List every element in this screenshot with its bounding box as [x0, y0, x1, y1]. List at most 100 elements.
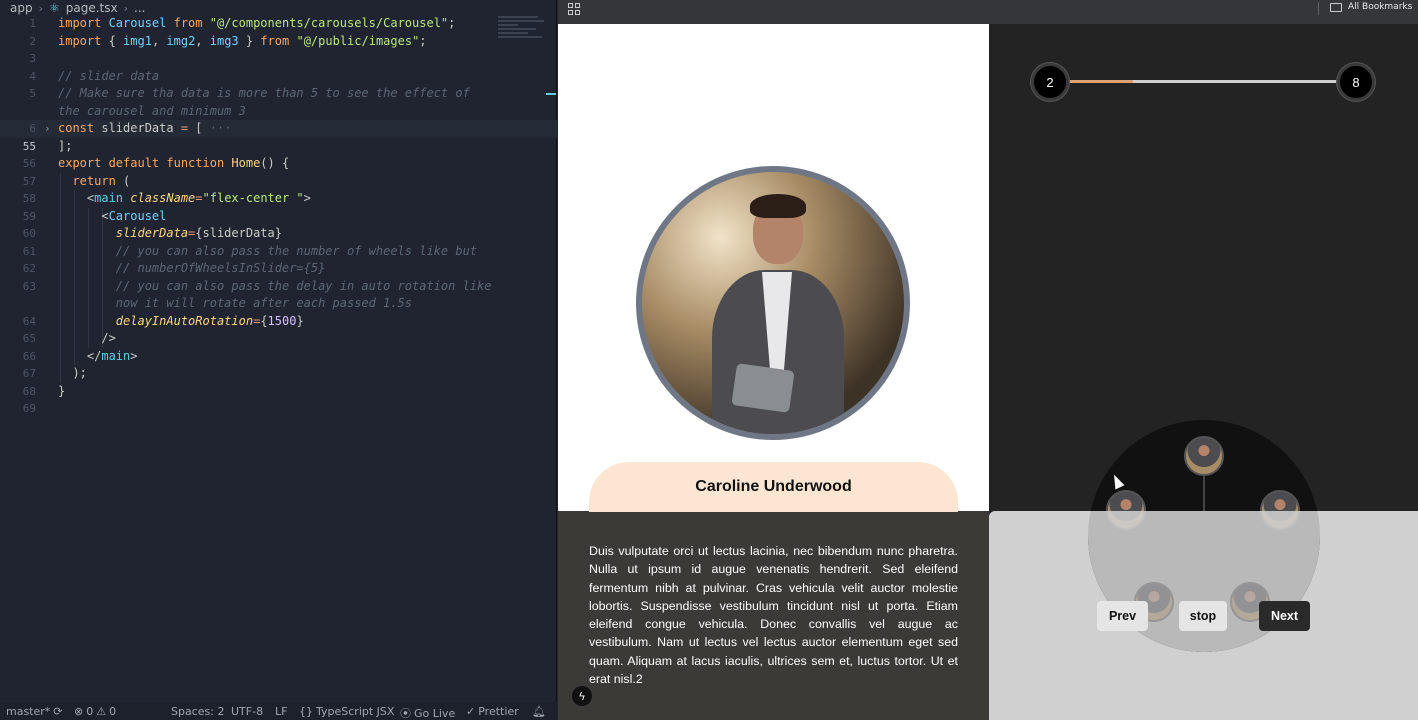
lightning-icon[interactable]: ϟ [572, 686, 592, 706]
code-token: // slider data [58, 68, 160, 83]
code-editor[interactable]: app › ⚛ page.tsx › ... 1 import Carousel … [0, 0, 557, 720]
indentation-setting[interactable]: Spaces: 2 [171, 705, 224, 718]
code-token: sliderData [115, 226, 189, 240]
code-token: < [58, 191, 95, 205]
breadcrumb: app › ⚛ page.tsx › ... [0, 0, 557, 16]
minimap[interactable] [498, 14, 546, 46]
code-line[interactable]: 55]; [0, 138, 557, 156]
chevron-right-icon: › [123, 1, 129, 15]
all-bookmarks-button[interactable]: All Bookmarks [1330, 2, 1412, 12]
code-text: export default function Home() { [58, 155, 289, 173]
eol-setting[interactable]: LF [275, 705, 287, 718]
code-line[interactable]: 61 // you can also pass the number of wh… [0, 242, 557, 260]
code-token: { [108, 33, 124, 48]
line-number: 63 [22, 279, 36, 293]
code-token: > [130, 348, 138, 363]
code-line[interactable]: 5 // Make sure tha data is more than 5 to… [0, 85, 557, 103]
git-branch[interactable]: master* ⟳ [6, 705, 63, 718]
apps-grid-icon[interactable] [568, 3, 580, 15]
prettier-button[interactable]: ✓ Prettier [466, 705, 519, 718]
code-text: the carousel and minimum 3 [58, 103, 246, 121]
wheel-thumbnail[interactable] [1184, 436, 1224, 476]
code-token: } [238, 33, 261, 48]
encoding-setting[interactable]: UTF-8 [231, 705, 263, 718]
line-number: 62 [22, 262, 36, 275]
line-number: 61 [22, 244, 36, 258]
code-line[interactable]: 65 /> [0, 330, 557, 348]
code-line[interactable]: 63 // you can also pass the delay in aut… [0, 277, 557, 296]
bookmarks-bar [558, 0, 1418, 24]
code-text: // you can also pass the delay in auto r… [58, 278, 492, 296]
branch-label: master* [6, 705, 51, 718]
code-token: ; [419, 33, 427, 48]
code-line[interactable]: 64 delayInAutoRotation={1500} [0, 312, 557, 330]
fold-chevron-icon[interactable]: › [44, 120, 51, 138]
code-token: < [58, 208, 109, 223]
code-line[interactable]: 66 </main> [0, 347, 557, 365]
next-button[interactable]: Next [1259, 601, 1310, 631]
code-token: } [58, 383, 66, 398]
line-number: 69 [22, 402, 36, 415]
profile-description: Duis vulputate orci ut lectus lacinia, n… [589, 544, 958, 687]
code-line[interactable]: 4 // slider data [0, 68, 557, 86]
code-line[interactable]: the carousel and minimum 3 [0, 103, 557, 121]
code-line[interactable]: 62 // numberOfWheelsInSlider={5} [0, 260, 557, 278]
line-number: 56 [22, 157, 36, 170]
warning-icon: ⚠ [96, 705, 107, 718]
progress-fill [1060, 80, 1133, 83]
stop-button[interactable]: stop [1179, 601, 1227, 631]
language-label: TypeScript JSX [316, 705, 395, 718]
code-line[interactable]: 67 ); [0, 365, 557, 383]
code-line[interactable]: 56 export default function Home() { [0, 155, 557, 173]
code-line[interactable]: 68} [0, 383, 557, 401]
prettier-label: Prettier [478, 705, 519, 718]
code-line[interactable]: 6 › const sliderData = [ ··· [0, 120, 557, 138]
wheel-spoke [1203, 470, 1205, 512]
bell-icon[interactable]: 🔔︎ [532, 705, 546, 718]
code-token: main [94, 191, 131, 205]
check-icon: ✓ [466, 705, 476, 718]
code-token: ); [58, 366, 87, 380]
prev-button[interactable]: Prev [1097, 601, 1148, 631]
code-line[interactable]: 57 return ( [0, 172, 557, 190]
code-line[interactable]: 58 <main className="flex-center "> [0, 190, 557, 208]
code-token: > [303, 191, 311, 205]
code-line[interactable]: now it will rotate after each passed 1.5… [0, 295, 557, 313]
code-token: // numberOfWheelsInSlider={5} [115, 261, 326, 275]
go-live-button[interactable]: ⦿ Go Live [400, 705, 455, 720]
line-number: 3 [29, 52, 36, 65]
code-token: img1 [123, 33, 152, 48]
line-number: 55 [22, 139, 36, 153]
code-token: Home [231, 156, 261, 170]
code-token: from [260, 33, 297, 48]
code-line[interactable]: 2 import { img1, img2, img3 } from "@/pub… [0, 33, 557, 51]
code-token: } [296, 313, 304, 328]
code-line[interactable]: 69 [0, 400, 557, 418]
code-token: const [58, 121, 102, 135]
code-line[interactable]: 59 <Carousel [0, 207, 557, 225]
code-area[interactable]: 1 import Carousel from "@/components/caro… [0, 15, 557, 418]
breadcrumb-more[interactable]: ... [134, 1, 145, 15]
code-token: the carousel and minimum 3 [58, 103, 246, 118]
breadcrumb-folder[interactable]: app [10, 1, 33, 15]
code-line[interactable]: 60 sliderData={sliderData} [0, 225, 557, 243]
problems-indicator[interactable]: ⊗ 0 ⚠ 0 [74, 705, 116, 718]
code-token: 1500 [267, 313, 297, 328]
line-number: 58 [22, 192, 36, 205]
code-token: import [58, 33, 109, 48]
breadcrumb-file[interactable]: page.tsx [66, 1, 118, 15]
code-token: className [130, 191, 196, 205]
code-line[interactable]: 3 [0, 50, 557, 68]
code-token: Carousel [108, 16, 167, 30]
code-text: /> [58, 330, 115, 348]
all-bookmarks-label: All Bookmarks [1348, 2, 1413, 12]
code-line[interactable]: 1 import Carousel from "@/components/caro… [0, 15, 557, 33]
language-mode[interactable]: {} TypeScript JSX [299, 705, 394, 718]
line-number: 5 [29, 87, 36, 100]
line-number: 1 [29, 17, 36, 30]
